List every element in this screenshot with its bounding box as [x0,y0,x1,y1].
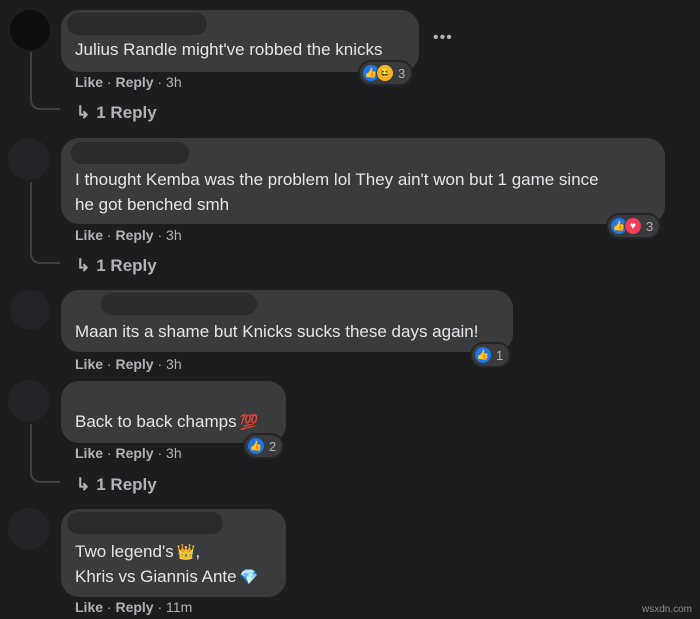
thread-line [30,52,60,110]
replies-count: 1 Reply [96,475,157,494]
like-link[interactable]: Like [75,445,103,461]
replies-count: 1 Reply [96,103,157,122]
comment-text-line-2: he got benched smh [75,195,230,214]
separator: · [153,445,167,461]
avatar[interactable] [8,380,50,422]
redacted-author-name[interactable] [101,293,257,315]
reply-arrow-icon: ↳ [76,256,91,275]
avatar[interactable] [8,138,50,180]
reaction-count: 3 [646,218,654,234]
comment-text-content: Khris vs Giannis Ante [75,567,237,586]
timestamp[interactable]: 3h [166,445,182,461]
reaction-summary[interactable]: 👍 1 [472,344,510,366]
reply-link[interactable]: Reply [115,227,153,243]
thread-line [30,182,60,264]
love-reaction-icon: ♥ [624,217,642,235]
reaction-count: 2 [269,438,277,454]
timestamp[interactable]: 11m [166,599,192,615]
avatar[interactable] [10,10,50,50]
like-link[interactable]: Like [75,599,103,615]
comment-actions: Like · Reply · 3h [75,74,182,90]
thread-line [30,424,60,483]
reaction-summary[interactable]: 👍 😆 3 [360,62,412,84]
gem-emoji: 💎 [239,569,259,586]
timestamp[interactable]: 3h [166,356,182,372]
comment-text: Back to back champs 💯 [75,409,258,435]
haha-reaction-icon: 😆 [376,64,394,82]
comment-text: Maan its a shame but Knicks sucks these … [75,322,479,341]
more-options-icon[interactable]: ••• [433,29,453,47]
reply-arrow-icon: ↳ [76,103,91,122]
like-link[interactable]: Like [75,74,103,90]
view-replies-link[interactable]: ↳ 1 Reply [76,256,157,276]
redacted-author-name[interactable] [67,512,223,534]
reaction-count: 3 [398,65,406,81]
comment-bubble: I thought Kemba was the problem lol They… [61,138,665,224]
reply-arrow-icon: ↳ [76,475,91,494]
comment-actions: Like · Reply · 3h [75,356,182,372]
comment-bubble: Two legend's 👑, Khris vs Giannis Ante 💎 [61,509,286,597]
comment-actions: Like · Reply · 3h [75,227,182,243]
separator: · [103,74,116,90]
like-link[interactable]: Like [75,227,103,243]
reply-link[interactable]: Reply [115,356,153,372]
comment-text-line-1: I thought Kemba was the problem lol They… [75,170,599,189]
comment-text-line-2: Khris vs Giannis Ante 💎 [75,564,258,590]
like-reaction-icon: 👍 [247,437,265,455]
view-replies-link[interactable]: ↳ 1 Reply [76,475,157,495]
separator: · [153,599,167,615]
comment-bubble: Back to back champs 💯 [61,381,286,443]
timestamp[interactable]: 3h [166,74,182,90]
reply-link[interactable]: Reply [115,445,153,461]
watermark: wsxdn.com [641,604,692,615]
like-link[interactable]: Like [75,356,103,372]
comment-text-line-1: Two legend's 👑, [75,539,200,565]
avatar[interactable] [8,508,50,550]
separator: · [153,227,167,243]
like-reaction-icon: 👍 [474,346,492,364]
comment-text-content: Back to back champs [75,412,237,431]
reaction-count: 1 [496,347,504,363]
timestamp[interactable]: 3h [166,227,182,243]
reaction-summary[interactable]: 👍 2 [245,435,283,457]
separator: · [153,74,167,90]
comment-text: Julius Randle might've robbed the knicks [75,40,383,59]
comment-actions: Like · Reply · 11m [75,599,192,615]
redacted-author-name[interactable] [67,13,207,35]
crown-emoji: 👑 [176,544,196,561]
view-replies-link[interactable]: ↳ 1 Reply [76,103,157,123]
comment-text-content: Two legend's [75,542,174,561]
comma: , [195,542,201,561]
separator: · [103,445,116,461]
reply-link[interactable]: Reply [115,599,153,615]
reply-link[interactable]: Reply [115,74,153,90]
reaction-summary[interactable]: 👍 ♥ 3 [608,215,660,237]
comment-bubble: Maan its a shame but Knicks sucks these … [61,290,513,352]
separator: · [103,356,116,372]
avatar[interactable] [10,290,50,330]
redacted-author-name[interactable] [71,142,189,164]
comment-actions: Like · Reply · 3h [75,445,182,461]
separator: · [103,227,116,243]
hundred-points-emoji: 💯 [239,414,259,431]
replies-count: 1 Reply [96,256,157,275]
separator: · [103,599,116,615]
separator: · [153,356,167,372]
